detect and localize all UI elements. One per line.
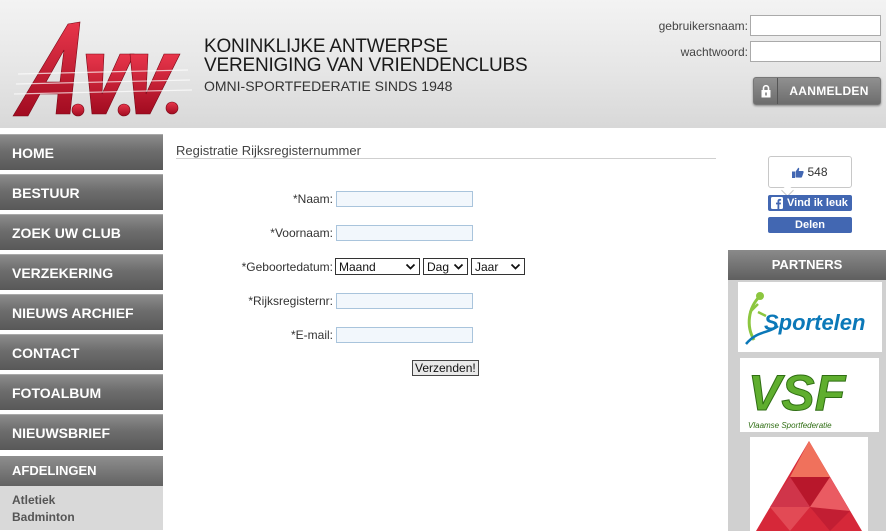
- nav-item-nieuwsbrief[interactable]: NIEUWSBRIEF: [0, 414, 163, 450]
- password-label: wachtwoord:: [680, 45, 748, 59]
- login-button[interactable]: AANMELDEN: [753, 77, 881, 105]
- rijksregister-label: *Rijksregisternr:: [248, 294, 333, 308]
- afdelingen-list: Atletiek Badminton: [0, 486, 163, 530]
- voornaam-label: *Voornaam:: [270, 226, 333, 240]
- password-input[interactable]: [750, 41, 881, 62]
- month-select-value: Maand: [339, 259, 376, 274]
- nav-item-fotoalbum[interactable]: FOTOALBUM: [0, 374, 163, 410]
- site-header: KONINKLIJKE ANTWERPSE VERENIGING VAN VRI…: [0, 0, 886, 128]
- like-count: 548: [807, 165, 828, 179]
- submit-button[interactable]: Verzenden!: [412, 360, 479, 376]
- sidebar-nav: HOME BESTUUR ZOEK UW CLUB VERZEKERING NI…: [0, 134, 163, 530]
- sportelen-logo-text: Sportelen: [764, 310, 865, 335]
- day-select[interactable]: Dag: [423, 258, 468, 275]
- partner-vsf-logo[interactable]: VSF Vlaamse Sportfederatie: [740, 358, 879, 432]
- email-label: *E-mail:: [290, 328, 333, 342]
- email-input[interactable]: [336, 327, 473, 343]
- lock-icon: [754, 78, 778, 104]
- chevron-down-icon: [510, 263, 521, 270]
- avv-logo[interactable]: [8, 14, 198, 126]
- username-label: gebruikersnaam:: [658, 19, 748, 33]
- page-title: Registratie Rijksregisternummer: [176, 143, 361, 158]
- nav-item-zoek-uw-club[interactable]: ZOEK UW CLUB: [0, 214, 163, 250]
- thumbs-up-icon: [792, 167, 805, 178]
- facebook-like-label: Vind ik leuk: [787, 197, 848, 209]
- facebook-like-button[interactable]: Vind ik leuk: [768, 195, 852, 211]
- rijksregister-input[interactable]: [336, 293, 473, 309]
- nav-item-verzekering[interactable]: VERZEKERING: [0, 254, 163, 290]
- nav-item-nieuws-archief[interactable]: NIEUWS ARCHIEF: [0, 294, 163, 330]
- facebook-icon: [771, 197, 783, 209]
- partner-red-triangle-logo[interactable]: [750, 437, 868, 531]
- org-subtitle: OMNI-SPORTFEDERATIE SINDS 1948: [204, 78, 453, 94]
- nav-item-contact[interactable]: CONTACT: [0, 334, 163, 370]
- year-select-value: Jaar: [475, 259, 499, 274]
- year-select[interactable]: Jaar: [471, 258, 525, 275]
- afdelingen-header: AFDELINGEN: [0, 456, 163, 486]
- org-name-line2: VERENIGING VAN VRIENDENCLUBS: [204, 55, 528, 76]
- partners-header: PARTNERS: [728, 250, 886, 280]
- voornaam-input[interactable]: [336, 225, 473, 241]
- partner-sportelen-logo[interactable]: Sportelen: [738, 282, 882, 352]
- nav-item-bestuur[interactable]: BESTUUR: [0, 174, 163, 210]
- facebook-share-button[interactable]: Delen: [768, 217, 852, 233]
- naam-input[interactable]: [336, 191, 473, 207]
- vsf-logo-subtitle: Vlaamse Sportfederatie: [748, 421, 832, 430]
- month-select[interactable]: Maand: [335, 258, 420, 275]
- geboortedatum-label: *Geboortedatum:: [241, 260, 333, 274]
- username-input[interactable]: [750, 15, 881, 36]
- naam-label: *Naam:: [292, 192, 333, 206]
- chevron-down-icon: [453, 263, 464, 270]
- nav-item-home[interactable]: HOME: [0, 134, 163, 170]
- vsf-logo-text: VSF: [748, 365, 847, 421]
- like-count-box: 548: [768, 156, 852, 188]
- afdeling-badminton[interactable]: Badminton: [12, 509, 163, 526]
- title-divider: [176, 158, 716, 159]
- day-select-value: Dag: [427, 259, 450, 274]
- login-button-label: AANMELDEN: [789, 84, 869, 98]
- afdeling-atletiek[interactable]: Atletiek: [12, 492, 163, 509]
- chevron-down-icon: [405, 263, 416, 270]
